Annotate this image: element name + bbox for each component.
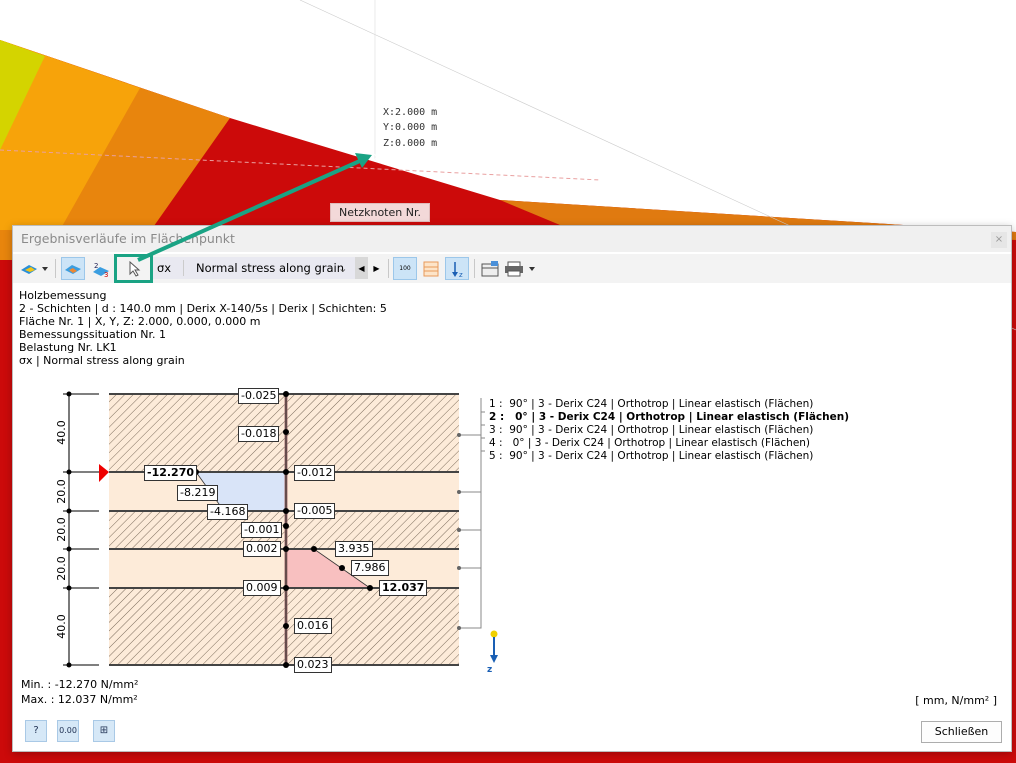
dimension-line bbox=[63, 393, 99, 666]
reference-marker-icon bbox=[99, 464, 109, 482]
max-value: Max. : 12.037 N/mm² bbox=[21, 693, 138, 706]
coord-z: Z:0.000 m bbox=[383, 138, 438, 149]
axis-label: 0.016 bbox=[294, 618, 332, 634]
close-button[interactable]: Schließen bbox=[921, 721, 1002, 743]
stress-label: -4.168 bbox=[207, 504, 249, 520]
stress-label-max: 12.037 bbox=[379, 580, 428, 596]
legend-item: 3 : 90° | 3 - Derix C24 | Orthotrop | Li… bbox=[489, 424, 814, 436]
legend-connectors bbox=[459, 398, 485, 629]
help-icon[interactable]: ? bbox=[25, 720, 47, 742]
legend-item: 4 : 0° | 3 - Derix C24 | Orthotrop | Lin… bbox=[489, 437, 811, 449]
axis-label: 0.002 bbox=[243, 541, 281, 557]
stress-label-min: -12.270 bbox=[144, 465, 198, 481]
legend-item: 5 : 90° | 3 - Derix C24 | Orthotrop | Li… bbox=[489, 450, 814, 462]
coord-x: X:2.000 m bbox=[383, 107, 438, 118]
dimension-label: 20.0 bbox=[54, 556, 68, 581]
decimal-places-icon[interactable]: 0.00 bbox=[57, 720, 79, 742]
dimension-label: 20.0 bbox=[54, 479, 68, 504]
dimension-label: 40.0 bbox=[54, 614, 68, 639]
stress-label: 3.935 bbox=[335, 541, 373, 557]
axis-label: -0.025 bbox=[238, 388, 280, 404]
min-max: Min. : -12.270 N/mm² Max. : 12.037 N/mm² bbox=[21, 677, 138, 707]
z-axis-icon bbox=[490, 630, 498, 663]
coord-y: Y:0.000 m bbox=[383, 122, 438, 133]
min-value: Min. : -12.270 N/mm² bbox=[21, 678, 139, 691]
dimension-label: 40.0 bbox=[54, 420, 68, 445]
axis-label: 0.009 bbox=[243, 580, 281, 596]
legend-item-selected: 2 : 0° | 3 - Derix C24 | Orthotrop | Lin… bbox=[489, 411, 850, 423]
axis-label: 0.023 bbox=[294, 657, 332, 673]
stress-label: 7.986 bbox=[351, 560, 389, 576]
axis-label: -0.018 bbox=[238, 426, 280, 442]
dimension-label: 20.0 bbox=[54, 517, 68, 542]
stress-diagram bbox=[63, 391, 498, 668]
node-label: Netzknoten Nr. 41 bbox=[330, 203, 430, 236]
axis-label: -0.012 bbox=[294, 465, 336, 481]
result-diagram-dialog: Ergebnisverläufe im Flächenpunkt × 23 σx… bbox=[12, 225, 1012, 752]
settings-tree-icon[interactable]: ⊞ bbox=[93, 720, 115, 742]
axis-label: -0.005 bbox=[294, 503, 336, 519]
stress-label: -8.219 bbox=[177, 485, 219, 501]
z-axis-label: z bbox=[487, 665, 493, 675]
layer-3 bbox=[109, 511, 459, 549]
units-label: [ mm, N/mm² ] bbox=[915, 694, 997, 707]
legend-item: 1 : 90° | 3 - Derix C24 | Orthotrop | Li… bbox=[489, 398, 814, 410]
axis-label: -0.001 bbox=[241, 522, 283, 538]
